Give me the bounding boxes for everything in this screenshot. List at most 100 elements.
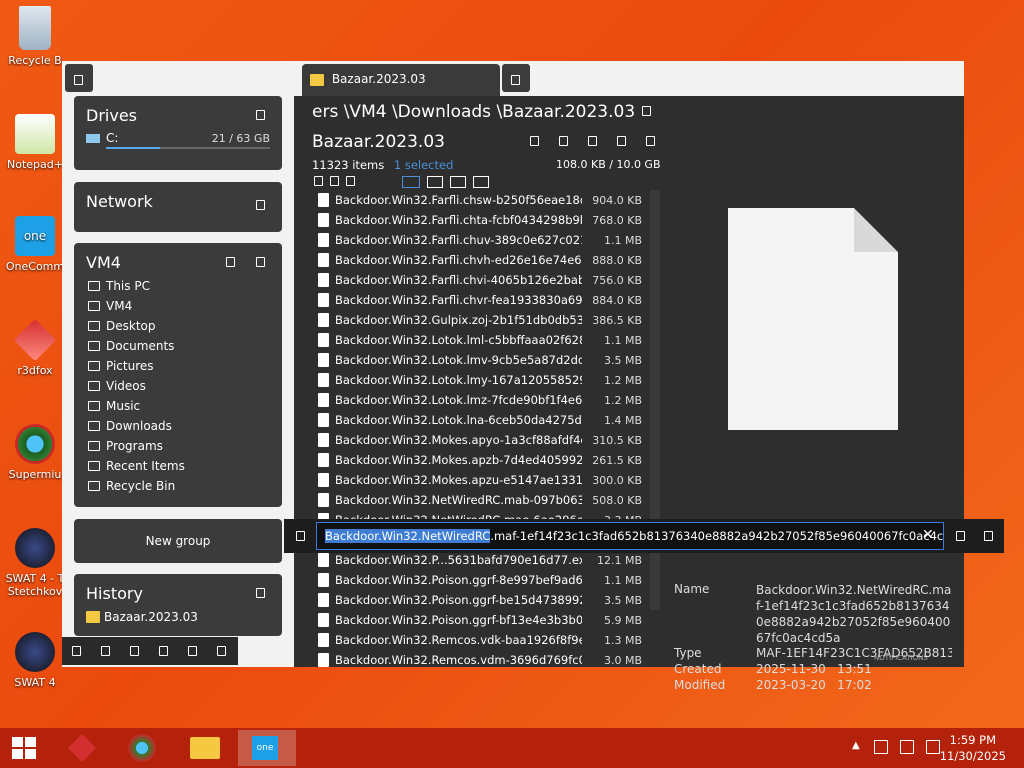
nav-item-icon: [88, 281, 100, 291]
nav-item-icon: [88, 481, 100, 491]
desktop-icon-recycle-bin[interactable]: Recycle B: [4, 6, 66, 67]
file-row[interactable]: Backdoor.Win32.Gulpix.zoj-2b1f51db0db531…: [312, 310, 642, 330]
vm4-item-label: Downloads: [106, 419, 172, 433]
toolbar-button-6[interactable]: [217, 646, 226, 656]
file-row[interactable]: Backdoor.Win32.Lotok.lmy-167a12055852953…: [312, 370, 642, 390]
file-row[interactable]: Backdoor.Win32.Mokes.apyo-1a3cf88afdf4c3…: [312, 430, 642, 450]
file-row[interactable]: Backdoor.Win32.Farfli.chvr-fea1933830a69…: [312, 290, 642, 310]
taskbar-r3dfox[interactable]: [56, 730, 110, 766]
recycle-bin-icon: [19, 6, 51, 50]
vm4-item[interactable]: Pictures: [74, 356, 282, 376]
window-menu-button[interactable]: [65, 64, 93, 92]
file-row[interactable]: Backdoor.Win32.Lotok.lmv-9cb5e5a87d2dd8.…: [312, 350, 642, 370]
notifications-label[interactable]: NOTIFICATIONS: [874, 654, 928, 662]
file-size: 1.3 MB: [603, 633, 642, 647]
file-row[interactable]: Backdoor.Win32.Remcos.vdk-baa1926f8f9eb.…: [312, 630, 642, 650]
new-tab-button[interactable]: [502, 64, 530, 92]
rename-button-1[interactable]: [956, 531, 965, 541]
drives-panel-button[interactable]: [256, 110, 265, 120]
file-row[interactable]: Backdoor.Win32.Lotok.lmz-7fcde90bf1f4e6e…: [312, 390, 642, 410]
taskbar-supermium[interactable]: [116, 730, 170, 766]
toolbar-button-3[interactable]: [130, 646, 139, 656]
vm4-panel-button-2[interactable]: [256, 257, 265, 267]
clock-time: 1:59 PM: [949, 733, 997, 747]
rename-left-button[interactable]: [296, 531, 305, 541]
breadcrumb-button[interactable]: [642, 106, 651, 116]
folder-action-3[interactable]: [588, 136, 597, 146]
vm4-item-label: Recycle Bin: [106, 479, 176, 493]
breadcrumb[interactable]: ers \VM4 \Downloads \Bazaar.2023.03: [312, 102, 635, 122]
list-view-icon[interactable]: [402, 176, 420, 188]
folder-action-5[interactable]: [646, 136, 655, 146]
folder-action-4[interactable]: [617, 136, 626, 146]
file-row[interactable]: Backdoor.Win32.Farfli.chuv-389c0e627c021…: [312, 230, 642, 250]
drive-c[interactable]: C: 21 / 63 GB: [74, 129, 282, 147]
view-button-1[interactable]: [314, 176, 323, 186]
file-row[interactable]: Backdoor.Win32.Mokes.apzb-7d4ed405992f3.…: [312, 450, 642, 470]
file-row[interactable]: Backdoor.Win32.Poison.ggrf-8e997bef9ad61…: [312, 570, 642, 590]
flag-icon[interactable]: [874, 740, 888, 754]
details-view-icon[interactable]: [427, 176, 443, 188]
columns-view-icon[interactable]: [450, 176, 466, 188]
details-name-value: Backdoor.Win32.NetWiredRC.maf-1ef14f23c1…: [756, 583, 952, 645]
taskbar-file-explorer[interactable]: [178, 730, 232, 766]
vm4-item[interactable]: Recent Items: [74, 456, 282, 476]
view-button-3[interactable]: [346, 176, 355, 186]
desktop-icon-supermium[interactable]: Supermiu: [4, 424, 66, 481]
vm4-item[interactable]: Videos: [74, 376, 282, 396]
view-button-2[interactable]: [330, 176, 339, 186]
desktop-icon-r3dfox[interactable]: r3dfox: [4, 318, 66, 377]
file-row[interactable]: Backdoor.Win32.Poison.ggrf-bf13e4e3b3b02…: [312, 610, 642, 630]
nav-item-icon: [88, 441, 100, 451]
vm4-item[interactable]: Recycle Bin: [74, 476, 282, 496]
desktop-icon-swat4-stetchkov[interactable]: SWAT 4 - T Stetchkov: [4, 528, 66, 598]
file-row[interactable]: Backdoor.Win32.Remcos.vdm-3696d769fc0cf.…: [312, 650, 642, 670]
rename-input[interactable]: Backdoor.Win32.NetWiredRC.maf-1ef14f23c1…: [316, 522, 944, 550]
file-row[interactable]: Backdoor.Win32.Farfli.chvh-ed26e16e74e69…: [312, 250, 642, 270]
desktop-icon-swat4[interactable]: SWAT 4: [4, 632, 66, 689]
desktop-icon-onecommander[interactable]: one OneComm: [4, 216, 66, 273]
vm4-item[interactable]: This PC: [74, 276, 282, 296]
vm4-item[interactable]: Music: [74, 396, 282, 416]
toolbar-button-4[interactable]: [159, 646, 168, 656]
tray-chevron-icon[interactable]: ▲: [852, 740, 860, 751]
new-group-button[interactable]: New group: [74, 519, 282, 563]
vm4-item[interactable]: VM4: [74, 296, 282, 316]
rename-close-icon[interactable]: ✕: [922, 527, 934, 543]
start-button[interactable]: [0, 730, 54, 766]
vm4-item[interactable]: Documents: [74, 336, 282, 356]
file-row[interactable]: Backdoor.Win32.Poison.ggrf-be15d47389920…: [312, 590, 642, 610]
vm4-panel-button-1[interactable]: [226, 257, 235, 267]
toolbar-button-1[interactable]: [72, 646, 81, 656]
toolbar-button-2[interactable]: [101, 646, 110, 656]
tab-bazaar[interactable]: Bazaar.2023.03: [302, 64, 500, 96]
file-row[interactable]: Backdoor.Win32.Farfli.chsw-b250f56eae18d…: [312, 190, 642, 210]
file-row[interactable]: Backdoor.Win32.Lotok.lna-6ceb50da4275db9…: [312, 410, 642, 430]
file-row[interactable]: Backdoor.Win32.Farfli.chta-fcbf0434298b9…: [312, 210, 642, 230]
vm4-item[interactable]: Downloads: [74, 416, 282, 436]
folder-action-2[interactable]: [559, 136, 568, 146]
vm4-item[interactable]: Desktop: [74, 316, 282, 336]
vm4-item[interactable]: Programs: [74, 436, 282, 456]
network-panel-button[interactable]: [256, 200, 265, 210]
desktop-icon-notepadpp[interactable]: Notepad+: [4, 114, 66, 171]
desktop-icon-label: OneComm: [5, 260, 65, 273]
rename-button-2[interactable]: [984, 531, 993, 541]
file-row[interactable]: Backdoor.Win32.Lotok.lml-c5bbffaaa02f628…: [312, 330, 642, 350]
clock[interactable]: 1:59 PM 11/30/2025: [940, 732, 1006, 764]
file-row[interactable]: Backdoor.Win32.P...5631bafd790e16d77.exe…: [312, 550, 642, 570]
folder-action-1[interactable]: [530, 136, 539, 146]
drives-title: Drives: [86, 106, 137, 125]
grid-view-icon[interactable]: [473, 176, 489, 188]
toolbar-button-5[interactable]: [188, 646, 197, 656]
network-icon[interactable]: [900, 740, 914, 754]
taskbar-onecommander[interactable]: one: [238, 730, 296, 766]
file-row[interactable]: Backdoor.Win32.Mokes.apzu-e5147ae13310b.…: [312, 470, 642, 490]
file-row[interactable]: Backdoor.Win32.Farfli.chvi-4065b126e2bab…: [312, 270, 642, 290]
file-row[interactable]: Backdoor.Win32.NetWiredRC.mab-097b0639..…: [312, 490, 642, 510]
volume-icon[interactable]: [926, 740, 940, 754]
desktop-icon-label: Recycle B: [8, 54, 62, 67]
history-panel-button[interactable]: [256, 588, 265, 598]
history-item[interactable]: Bazaar.2023.03: [74, 607, 282, 627]
file-name: Backdoor.Win32.Poison.ggrf-be15d47389920…: [335, 593, 582, 607]
